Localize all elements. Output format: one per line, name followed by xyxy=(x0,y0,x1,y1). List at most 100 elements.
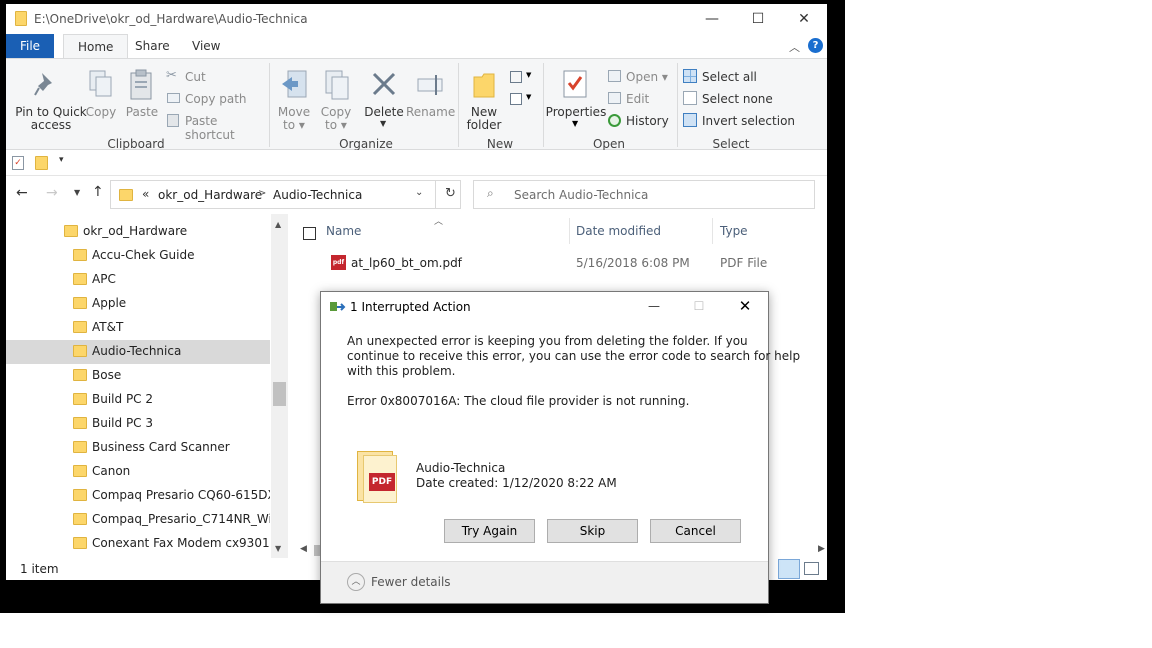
sort-indicator-icon: ︿ xyxy=(434,217,444,227)
column-type[interactable]: Type xyxy=(720,224,748,238)
error-code: Error 0x8007016A: The cloud file provide… xyxy=(347,394,690,408)
nav-item[interactable]: Canon xyxy=(6,460,270,484)
edit-label: Edit xyxy=(626,92,650,106)
tab-share[interactable]: Share xyxy=(121,34,184,58)
column-divider xyxy=(712,218,713,244)
address-dropdown-icon[interactable]: ⌄ xyxy=(415,187,423,198)
nav-item[interactable]: okr_od_Hardware xyxy=(6,220,270,244)
nav-item[interactable]: Compaq Presario CQ60-615DX_Wi xyxy=(6,484,270,508)
nav-item[interactable]: Business Card Scanner xyxy=(6,436,270,460)
nav-item-label: Apple xyxy=(92,296,127,310)
paste-shortcut-button[interactable]: Paste shortcut xyxy=(166,113,270,142)
paste-label: Paste xyxy=(125,105,159,119)
edit-button[interactable]: Edit xyxy=(608,91,674,107)
copy-to-button[interactable]: Copy to ▾ xyxy=(318,61,354,132)
column-divider xyxy=(569,218,570,244)
item-count: 1 item xyxy=(20,562,59,576)
recent-locations-icon[interactable]: ▼ xyxy=(74,188,80,197)
select-all-checkbox[interactable] xyxy=(303,227,316,240)
dialog-maximize-button[interactable]: ☐ xyxy=(686,295,712,317)
folder-icon xyxy=(73,369,87,381)
breadcrumb-audio-technica[interactable]: Audio-Technica xyxy=(273,188,362,202)
scrollbar-thumb[interactable] xyxy=(273,382,286,406)
back-arrow-icon[interactable]: ← xyxy=(16,185,28,201)
move-to-button[interactable]: Move to ▾ xyxy=(276,61,312,132)
maximize-button[interactable]: ☐ xyxy=(735,4,781,34)
easy-access-dropdown-icon: ▼ xyxy=(526,93,532,101)
forward-arrow-icon[interactable]: → xyxy=(46,185,58,201)
collapse-details-icon[interactable]: ︿ xyxy=(347,573,365,591)
help-icon[interactable]: ? xyxy=(808,38,823,53)
refresh-icon[interactable]: ↻ xyxy=(445,186,456,201)
nav-item[interactable]: Conexant Fax Modem cx93010 xyxy=(6,532,270,556)
search-input[interactable]: ⌕ Search Audio-Technica xyxy=(473,180,815,209)
fewer-details-link[interactable]: Fewer details xyxy=(371,575,451,589)
select-all-button[interactable]: Select all xyxy=(683,69,793,85)
history-button[interactable]: History xyxy=(608,113,674,129)
nav-item[interactable]: Bose xyxy=(6,364,270,388)
nav-item[interactable]: APC xyxy=(6,268,270,292)
nav-item[interactable]: Apple xyxy=(6,292,270,316)
column-date-modified[interactable]: Date modified xyxy=(576,224,661,238)
nav-item-label: okr_od_Hardware xyxy=(83,224,188,238)
new-folder-icon xyxy=(473,73,495,98)
minimize-button[interactable]: — xyxy=(689,4,735,34)
large-icons-view-icon[interactable] xyxy=(804,562,819,575)
nav-item[interactable]: Audio-Technica xyxy=(6,340,270,364)
scroll-up-icon[interactable]: ▲ xyxy=(275,220,281,229)
table-row[interactable]: pdf at_lp60_bt_om.pdf 5/16/2018 6:08 PM … xyxy=(324,252,827,274)
scroll-right-icon[interactable]: ▶ xyxy=(818,544,825,554)
file-type: PDF File xyxy=(720,256,768,270)
rename-button[interactable]: Rename xyxy=(406,61,455,131)
delete-x-icon xyxy=(372,72,396,96)
up-arrow-icon[interactable]: ↑ xyxy=(92,184,104,200)
properties-button[interactable]: Properties ▼ xyxy=(546,61,606,131)
try-again-button[interactable]: Try Again xyxy=(444,519,535,543)
delete-button[interactable]: Delete ▼ xyxy=(364,61,404,131)
scroll-down-icon[interactable]: ▼ xyxy=(275,544,281,553)
address-bar[interactable]: « okr_od_Hardware > Audio-Technica ⌄ ↻ xyxy=(110,180,461,209)
tab-home[interactable]: Home xyxy=(63,34,129,58)
close-button[interactable]: ✕ xyxy=(781,4,827,34)
breadcrumb-okr-od-hardware[interactable]: okr_od_Hardware xyxy=(158,188,262,202)
easy-access-button[interactable]: ▼ xyxy=(508,91,536,109)
tab-file[interactable]: File xyxy=(6,34,54,58)
tab-view[interactable]: View xyxy=(178,34,234,58)
cancel-button[interactable]: Cancel xyxy=(650,519,741,543)
edit-icon xyxy=(608,92,621,104)
paste-button[interactable]: Paste xyxy=(124,61,160,131)
customize-qat-icon[interactable]: ▾ xyxy=(59,155,64,165)
skip-button[interactable]: Skip xyxy=(547,519,638,543)
copy-button[interactable]: Copy xyxy=(86,61,116,131)
pin-to-quick-access-button[interactable]: Pin to Quick access xyxy=(12,61,87,132)
properties-label: Properties xyxy=(545,105,607,119)
open-button[interactable]: Open ▾ xyxy=(608,69,674,85)
cut-button[interactable]: ✂ Cut xyxy=(166,68,266,85)
invert-selection-button[interactable]: Invert selection xyxy=(683,113,813,129)
nav-item[interactable]: Build PC 2 xyxy=(6,388,270,412)
properties-qat-icon[interactable]: ✓ xyxy=(12,156,24,170)
nav-item[interactable]: Build PC 3 xyxy=(6,412,270,436)
copy-path-button[interactable]: Copy path xyxy=(166,91,266,107)
nav-item[interactable]: Accu-Chek Guide xyxy=(6,244,270,268)
address-overflow[interactable]: « xyxy=(142,187,149,201)
collapse-ribbon-icon[interactable]: ︿ xyxy=(789,39,800,55)
new-item-button[interactable]: ▼ xyxy=(508,69,536,87)
dialog-close-button[interactable]: ✕ xyxy=(732,295,758,317)
select-none-button[interactable]: Select none xyxy=(683,91,793,107)
folder-icon xyxy=(73,297,87,309)
nav-scrollbar[interactable]: ▲ ▼ xyxy=(271,214,288,558)
folder-icon xyxy=(119,189,133,201)
details-view-icon[interactable] xyxy=(778,559,800,579)
nav-item[interactable]: Compaq_Presario_C714NR_Windo xyxy=(6,508,270,532)
new-folder-qat-icon[interactable] xyxy=(35,156,48,170)
column-name[interactable]: Name xyxy=(326,224,361,238)
easy-access-icon xyxy=(510,93,522,105)
pin-icon xyxy=(34,73,52,96)
nav-item[interactable]: AT&T xyxy=(6,316,270,340)
dialog-minimize-button[interactable]: — xyxy=(641,295,667,317)
interrupted-action-dialog: 1 Interrupted Action — ☐ ✕ An unexpected… xyxy=(320,291,800,604)
new-folder-button[interactable]: New folder xyxy=(464,61,504,132)
scroll-left-icon[interactable]: ◀ xyxy=(300,544,307,554)
file-move-icon xyxy=(330,302,346,311)
